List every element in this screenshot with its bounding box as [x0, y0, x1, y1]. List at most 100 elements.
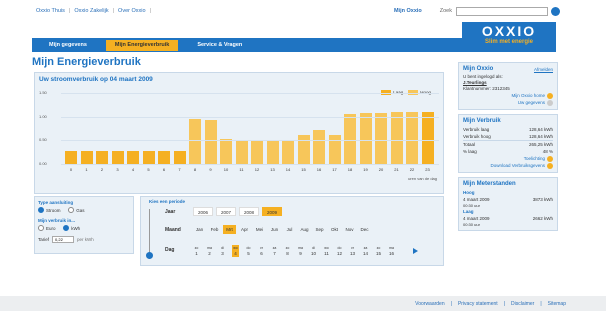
- month-option[interactable]: Mrt: [223, 225, 236, 234]
- chart-bar[interactable]: [251, 140, 263, 164]
- day-option[interactable]: wo 11: [323, 245, 330, 257]
- month-option[interactable]: Feb: [208, 225, 221, 234]
- month-option[interactable]: Okt: [328, 225, 341, 234]
- chart-bar[interactable]: [297, 134, 310, 164]
- day-option[interactable]: za 7: [271, 245, 278, 257]
- search-button-icon[interactable]: [551, 6, 560, 16]
- top-link-thuis[interactable]: Oxxio Thuis: [32, 8, 69, 14]
- radio-euro[interactable]: Euro: [38, 225, 56, 231]
- day-option[interactable]: zo 15: [375, 245, 382, 257]
- month-option[interactable]: Sep: [313, 225, 326, 234]
- chart-bar[interactable]: [266, 140, 279, 164]
- month-option[interactable]: Mei: [253, 225, 266, 234]
- search-input[interactable]: [456, 6, 548, 16]
- chart-bar[interactable]: [282, 140, 294, 164]
- year-option[interactable]: 2009: [262, 207, 282, 216]
- toelichting-link[interactable]: Toelichting: [463, 155, 553, 162]
- x-tick-label: 8: [193, 167, 197, 172]
- day-option[interactable]: do 5: [245, 245, 252, 257]
- y-tick-label: 0.50: [39, 137, 47, 143]
- download-link[interactable]: Download Verbruiksgevens: [463, 162, 553, 169]
- footer-link-voorwaarden[interactable]: Voorwaarden: [415, 301, 444, 307]
- verbruik-in-title: Mijn verbruik in...: [38, 218, 76, 223]
- chart-bar[interactable]: [328, 134, 341, 164]
- x-tick-label: 16: [316, 167, 322, 172]
- chart-bar[interactable]: [173, 150, 186, 164]
- month-option[interactable]: Aug: [298, 225, 311, 234]
- chart-bar[interactable]: [65, 150, 77, 164]
- top-link-mijn-oxxio[interactable]: Mijn Oxxio: [390, 8, 426, 14]
- search-label: Zoek: [439, 8, 452, 14]
- day-option[interactable]: vr 6: [258, 245, 265, 257]
- footer-link-disclaimer[interactable]: Disclaimer: [511, 301, 534, 307]
- footer-link-sitemap[interactable]: Sitemap: [548, 301, 566, 307]
- day-option[interactable]: wo 4: [232, 245, 239, 257]
- mijn-oxxio-home-link[interactable]: Mijn Oxxio home: [463, 92, 553, 99]
- top-link-zakelijk[interactable]: Oxxio Zakelijk: [70, 8, 112, 14]
- day-option[interactable]: di 3: [219, 245, 226, 257]
- meter-hoog-label: Hoog: [463, 190, 475, 195]
- day-option[interactable]: vr 13: [349, 245, 356, 257]
- period-slider-knob[interactable]: [146, 252, 153, 259]
- month-option[interactable]: Dec: [358, 225, 371, 234]
- chart-bar[interactable]: [235, 140, 248, 164]
- month-option[interactable]: Jan: [193, 225, 206, 234]
- chart-bar[interactable]: [127, 151, 139, 164]
- day-option[interactable]: di 10: [310, 245, 317, 257]
- chart-bar[interactable]: [406, 111, 418, 164]
- x-tick-label: 7: [178, 167, 181, 172]
- chart-bar[interactable]: [344, 114, 356, 164]
- day-option[interactable]: ma 9: [297, 245, 304, 257]
- chart-bar[interactable]: [421, 111, 434, 164]
- x-tick-label: 9: [209, 167, 212, 172]
- day-option[interactable]: do 12: [336, 245, 343, 257]
- radio-stroom[interactable]: Stroom: [38, 207, 61, 213]
- chart-bar[interactable]: [220, 139, 232, 164]
- day-option[interactable]: za 14: [362, 245, 369, 257]
- x-tick-label: 14: [285, 167, 291, 172]
- logout-link[interactable]: Afmelden: [534, 66, 553, 74]
- day-option[interactable]: zo 1: [193, 245, 200, 257]
- day-option[interactable]: zo 8: [284, 245, 291, 257]
- chart-bar[interactable]: [96, 151, 108, 164]
- month-option[interactable]: Jul: [283, 225, 296, 234]
- x-tick-label: 15: [301, 167, 306, 172]
- tab-mijn-gegevens[interactable]: Mijn gegevens: [40, 40, 96, 51]
- tab-mijn-energieverbruik[interactable]: Mijn Energieverbruik: [105, 39, 179, 51]
- chart-bar[interactable]: [375, 112, 387, 164]
- tab-service-vragen[interactable]: Service & Vragen: [188, 40, 251, 51]
- month-option[interactable]: Nov: [343, 225, 356, 234]
- tarief-input[interactable]: [52, 236, 75, 243]
- chart-bar[interactable]: [111, 151, 124, 164]
- chart-bar[interactable]: [80, 151, 93, 164]
- year-option[interactable]: 2007: [216, 207, 236, 216]
- year-option[interactable]: 2008: [239, 207, 259, 216]
- footer-link-privacy[interactable]: Privacy statement: [458, 301, 498, 307]
- y-tick-label: 1.00: [39, 113, 47, 119]
- chart-bar[interactable]: [359, 112, 372, 164]
- year-option[interactable]: 2006: [193, 207, 213, 216]
- x-tick-label: 18: [347, 167, 353, 172]
- radio-kwh[interactable]: kWh: [63, 225, 80, 231]
- radio-gas[interactable]: Gas: [68, 207, 84, 213]
- month-option[interactable]: Jun: [268, 225, 281, 234]
- chart-bar[interactable]: [158, 151, 170, 164]
- label-maand: Maand: [165, 227, 181, 233]
- chart-bar[interactable]: [313, 130, 325, 164]
- arrow-icon: [547, 99, 553, 106]
- grid-line: [61, 116, 439, 118]
- top-link-over[interactable]: Over Oxxio: [114, 8, 150, 14]
- day-option[interactable]: ma 16: [388, 245, 395, 257]
- x-tick-label: 0: [69, 167, 73, 172]
- mijn-oxxio-panel: Mijn Oxxio Afmelden U bent ingelogd als:…: [458, 62, 558, 110]
- x-tick-label: 21: [394, 167, 399, 172]
- chart-title: Uw stroomverbruik op 04 maart 2009: [39, 76, 153, 83]
- play-icon[interactable]: [413, 248, 418, 254]
- chart-bar[interactable]: [142, 150, 155, 164]
- chart-bar[interactable]: [390, 112, 403, 164]
- month-option[interactable]: Apr: [238, 225, 251, 234]
- day-option[interactable]: ma 2: [206, 245, 213, 257]
- oxxio-logo[interactable]: OXXIO Slim met energie: [462, 22, 556, 52]
- chart-bar[interactable]: [204, 119, 217, 164]
- uw-gegevens-link[interactable]: Uw gegevens: [463, 99, 553, 106]
